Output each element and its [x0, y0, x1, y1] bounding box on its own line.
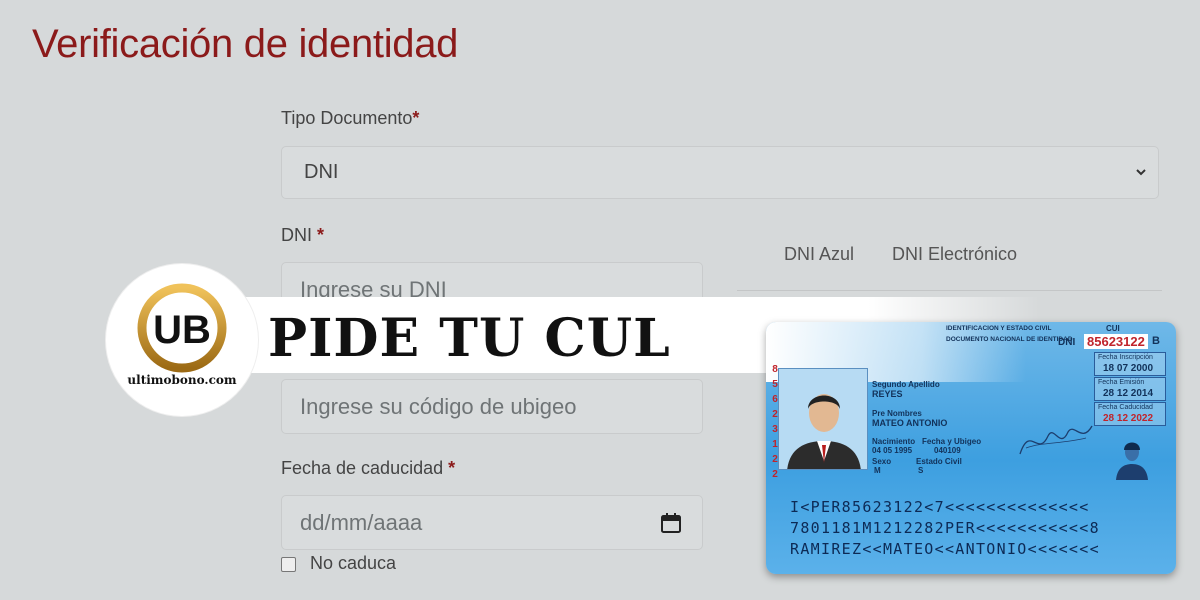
tipo-documento-value: DNI	[304, 161, 339, 183]
card-fecha-caducidad: Fecha Caducidad 28 12 2022	[1094, 402, 1166, 426]
card-header-line2: DOCUMENTO NACIONAL DE IDENTIDAD	[946, 336, 1073, 343]
fecha-caducidad-placeholder: dd/mm/aaaa	[300, 509, 423, 535]
card-mrz-line3: RAMIREZ<<MATEO<<ANTONIO<<<<<<<	[790, 540, 1100, 558]
dni-label-text: DNI	[281, 225, 312, 245]
card-mrz-line1: I<PER85623122<7<<<<<<<<<<<<<<	[790, 498, 1090, 516]
ubigeo-placeholder: Ingrese su código de ubigeo	[300, 393, 577, 419]
fecha-inscripcion-value: 18 07 2000	[1103, 363, 1154, 374]
card-header-line1: IDENTIFICACION Y ESTADO CIVIL	[946, 325, 1052, 332]
no-caduca-checkbox[interactable]	[281, 557, 296, 572]
person-photo-icon	[779, 369, 867, 469]
fecha-inscripcion-label: Fecha Inscripción	[1098, 354, 1153, 361]
signature-icon	[1019, 425, 1093, 455]
card-nacimiento-label: Nacimiento	[872, 437, 916, 446]
card-prenombres-label: Pre Nombres	[872, 409, 922, 418]
tab-dni-azul[interactable]: DNI Azul	[784, 244, 854, 265]
card-ubigeo-label: Fecha y Ubigeo	[922, 437, 982, 446]
card-dni-label: DNI	[1058, 337, 1076, 348]
tabs-divider	[737, 290, 1162, 291]
card-mrz-line2: 7801181M1212282PER<<<<<<<<<<<8	[790, 519, 1100, 537]
fecha-emision-label: Fecha Emisión	[1098, 379, 1145, 386]
tipo-documento-label: Tipo Documento*	[281, 108, 419, 129]
ubigeo-input[interactable]: Ingrese su código de ubigeo	[281, 379, 703, 434]
required-mark: *	[317, 225, 325, 245]
card-sexo-label: Sexo	[872, 457, 892, 466]
ub-logo-icon: UB	[137, 283, 227, 373]
banner-text: PIDE TU CUL	[268, 308, 671, 369]
dni-label: DNI *	[281, 225, 324, 246]
logo-url: ultimobono.com	[127, 373, 237, 387]
card-estado-civil-value: S	[918, 466, 924, 475]
card-ubigeo-value: 040109	[934, 446, 961, 455]
card-segundo-apellido-label: Segundo Apellido	[872, 380, 940, 389]
card-dni-number: 85623122	[1084, 334, 1148, 349]
chevron-down-icon	[1136, 169, 1146, 176]
card-photo	[778, 368, 868, 470]
calendar-icon[interactable]	[660, 512, 682, 534]
fecha-caducidad-input[interactable]: dd/mm/aaaa	[281, 495, 703, 550]
fecha-caducidad-label-text: Fecha de caducidad	[281, 458, 444, 478]
required-mark: *	[448, 458, 456, 478]
tipo-documento-label-text: Tipo Documento	[281, 108, 413, 128]
card-segundo-apellido: REYES	[872, 389, 903, 399]
fecha-caducidad-card-value: 28 12 2022	[1103, 413, 1154, 424]
card-cui-label: CUI	[1106, 324, 1120, 333]
fecha-caducidad-label: Fecha de caducidad *	[281, 458, 455, 479]
page-title: Verificación de identidad	[32, 22, 459, 66]
card-fecha-emision: Fecha Emisión 28 12 2014	[1094, 377, 1166, 401]
no-caduca-label: No caduca	[310, 553, 397, 573]
dni-card-image: IDENTIFICACION Y ESTADO CIVIL DOCUMENTO …	[766, 322, 1176, 574]
card-estado-civil-label: Estado Civil	[916, 457, 962, 466]
fecha-emision-value: 28 12 2014	[1103, 388, 1154, 399]
card-fecha-inscripcion: Fecha Inscripción 18 07 2000	[1094, 352, 1166, 376]
card-check-letter: B	[1152, 335, 1160, 347]
required-mark: *	[412, 108, 420, 128]
card-prenombres: MATEO ANTONIO	[872, 418, 948, 428]
card-photo-small	[1112, 430, 1152, 480]
tab-dni-electronico[interactable]: DNI Electrónico	[892, 244, 1017, 265]
logo-letters: UB	[153, 308, 211, 352]
tipo-documento-select[interactable]: DNI	[281, 146, 1159, 199]
logo: UB	[106, 264, 258, 416]
card-sexo-value: M	[874, 466, 881, 475]
card-nacimiento-value: 04 05 1995	[872, 446, 913, 455]
person-photo-small-icon	[1116, 442, 1148, 480]
fecha-caducidad-card-label: Fecha Caducidad	[1098, 404, 1153, 411]
